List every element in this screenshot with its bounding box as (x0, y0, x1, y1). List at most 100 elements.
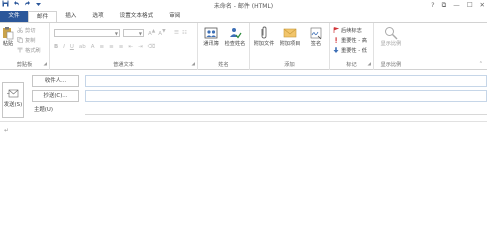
paste-button[interactable]: 粘贴 (1, 26, 15, 48)
high-importance-label: 重要性 - 高 (341, 37, 367, 44)
check-names-label: 检查姓名 (224, 41, 246, 47)
clipboard-group: 粘贴 剪切 复制 格式刷 剪贴板 ◢ (0, 23, 50, 70)
send-icon (7, 89, 19, 98)
flag-icon (333, 27, 340, 33)
exclamation-icon (333, 37, 339, 43)
bullets-icon[interactable]: ☰ (174, 29, 179, 37)
clipboard-launcher-icon[interactable]: ◢ (44, 62, 47, 67)
copy-button[interactable]: 复制 (17, 36, 35, 44)
format-painter-label: 格式刷 (25, 47, 41, 54)
follow-up-label: 后续标志 (341, 27, 362, 34)
address-book-button[interactable]: 通讯簿 (201, 26, 221, 48)
window-controls: ? ⧉ — ☐ ✕ (431, 0, 485, 10)
shrink-font-icon[interactable]: A▼ (158, 28, 165, 38)
font-name-combo[interactable]: ▼ (54, 29, 120, 37)
cut-button[interactable]: 剪切 (17, 26, 35, 34)
cc-button[interactable]: 抄送(C)... (32, 90, 79, 102)
send-button[interactable]: 发送(S) (2, 82, 24, 118)
attach-item-icon (283, 28, 297, 38)
format-painter-button[interactable]: 格式刷 (17, 46, 41, 54)
chevron-down-icon: ▼ (114, 31, 118, 36)
minimize-button[interactable]: — (453, 0, 460, 10)
attach-item-button[interactable]: 附加项目 (278, 26, 302, 48)
tags-group: 后续标志 重要性 - 高 重要性 - 低 标记 ◢ (330, 23, 374, 70)
zoom-label: 显示比例 (380, 41, 402, 47)
zoom-button[interactable]: 显示比例 (376, 26, 406, 48)
ribbon-tabs: 文件 邮件 插入 选项 设置文本格式 审阅 (0, 10, 487, 22)
align-center-icon[interactable]: ≡ (109, 43, 114, 51)
signature-button[interactable]: 签名 (305, 26, 327, 48)
tab-insert[interactable]: 插入 (57, 11, 84, 22)
attach-file-label: 附加文件 (253, 41, 275, 47)
bold-icon[interactable]: B (54, 43, 58, 51)
tab-file[interactable]: 文件 (0, 11, 28, 22)
paste-label: 粘贴 (2, 41, 14, 47)
window-title: 未命名 - 邮件 (HTML) (213, 3, 274, 10)
low-importance-label: 重要性 - 低 (341, 47, 367, 54)
send-label: 发送(S) (3, 102, 23, 108)
basic-text-launcher-icon[interactable]: ◢ (192, 62, 195, 67)
decrease-indent-icon[interactable]: ⇤ (128, 43, 133, 51)
format-buttons-row: B I U ab A ≡ ≡ ≡ ⇤ ⇥ ⌫ (54, 43, 155, 51)
signature-label: 签名 (310, 41, 322, 47)
zoom-group: 显示比例 显示比例 (374, 23, 408, 70)
follow-up-button[interactable]: 后续标志 (333, 26, 362, 34)
tags-launcher-icon[interactable]: ◢ (368, 62, 371, 67)
font-size-buttons: A▲ A▼ (148, 29, 166, 37)
grow-font-icon[interactable]: A▲ (148, 28, 155, 38)
signature-icon (310, 27, 322, 40)
basic-text-group: ▼ ▼ A▲ A▼ ☰ ☷ B I U ab A ≡ ≡ ≡ ⇤ ⇥ ⌫ 普通文… (50, 23, 198, 70)
tab-options[interactable]: 选项 (84, 11, 111, 22)
underline-icon[interactable]: U (70, 43, 74, 51)
tab-format-text[interactable]: 设置文本格式 (112, 11, 162, 22)
font-color-icon[interactable]: A (91, 43, 95, 51)
low-importance-button[interactable]: 重要性 - 低 (333, 46, 367, 54)
copy-icon (17, 37, 23, 44)
scissors-icon (17, 27, 23, 33)
subject-field[interactable] (85, 105, 487, 115)
help-button[interactable]: ? (431, 0, 434, 10)
collapse-ribbon-icon[interactable]: ⌃ (479, 61, 483, 67)
message-body[interactable] (0, 122, 487, 241)
ribbon-display-button[interactable]: ⧉ (442, 0, 447, 10)
names-group: 通讯簿 检查姓名 姓名 (198, 23, 250, 70)
check-names-button[interactable]: 检查姓名 (222, 26, 248, 48)
numbering-icon[interactable]: ☷ (182, 29, 187, 37)
paperclip-icon (261, 26, 267, 39)
address-book-icon (204, 27, 218, 39)
attach-file-button[interactable]: 附加文件 (252, 26, 276, 48)
highlight-icon[interactable]: ab (79, 43, 86, 51)
include-group-label: 添加 (284, 62, 295, 68)
title-bar: 未命名 - 邮件 (HTML) ? ⧉ — ☐ ✕ (0, 0, 487, 10)
italic-icon[interactable]: I (63, 43, 65, 51)
down-arrow-icon (333, 47, 339, 53)
chevron-down-icon: ▼ (138, 31, 142, 36)
magnifier-icon (385, 27, 398, 40)
zoom-group-label: 显示比例 (380, 62, 402, 68)
copy-label: 复制 (25, 37, 36, 44)
clear-format-icon[interactable]: ⌫ (148, 43, 156, 51)
close-button[interactable]: ✕ (480, 0, 485, 10)
names-group-label: 姓名 (218, 62, 229, 68)
increase-indent-icon[interactable]: ⇥ (138, 43, 143, 51)
subject-label: 主题(U) (34, 107, 53, 113)
tab-review[interactable]: 审阅 (161, 11, 188, 22)
cut-label: 剪切 (25, 27, 36, 34)
format-painter-icon (17, 47, 23, 53)
ribbon: 粘贴 剪切 复制 格式刷 剪贴板 ◢ ▼ ▼ A▲ A▼ ☰ ☷ B I U a… (0, 22, 487, 70)
high-importance-button[interactable]: 重要性 - 高 (333, 36, 367, 44)
maximize-button[interactable]: ☐ (467, 0, 473, 10)
attach-item-label: 附加项目 (279, 41, 301, 47)
font-size-combo[interactable]: ▼ (123, 29, 144, 37)
check-names-icon (230, 28, 242, 39)
tab-message[interactable]: 邮件 (28, 11, 58, 22)
align-left-icon[interactable]: ≡ (100, 43, 105, 51)
to-button[interactable]: 收件人... (32, 75, 79, 87)
address-book-label: 通讯簿 (203, 41, 219, 47)
align-right-icon[interactable]: ≡ (119, 43, 124, 51)
cc-field[interactable] (85, 90, 487, 102)
list-buttons-top: ☰ ☷ (174, 29, 187, 37)
to-field[interactable] (85, 75, 487, 87)
paste-icon (3, 27, 14, 40)
clipboard-group-label: 剪贴板 (16, 62, 33, 68)
